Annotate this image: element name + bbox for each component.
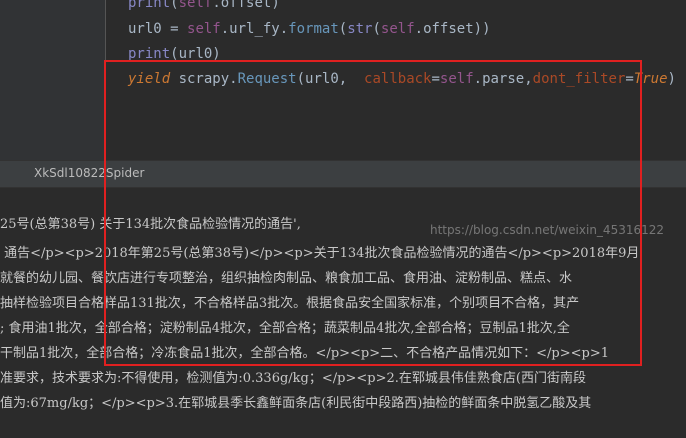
code-token: (url0,	[296, 71, 365, 87]
code-line-print-offset[interactable]: print(self.offset)	[128, 0, 280, 12]
watermark: https://blog.csdn.net/weixin_45316122	[430, 223, 665, 237]
run-tab-spider[interactable]: XkSdl10822Spider	[34, 166, 144, 180]
code-line-url-format[interactable]: url0 = self.url_fy.format(str(self.offse…	[128, 20, 491, 38]
code-token: scrapy.	[178, 71, 238, 87]
console-line: 值为:67mg/kg；</p><p>3.在郓城县季长鑫鲜面条店(利民街中段路西)…	[0, 396, 592, 411]
code-token: yield	[128, 71, 179, 87]
code-token: (	[372, 21, 381, 37]
console-line: 抽样检验项目合格样品131批次，不合格样品3批次。根据食品安全国家标准，个别项目…	[0, 296, 580, 311]
console-line: 就餐的幼儿园、餐饮店进行专项整治，组织抽检肉制品、粮食加工品、食用油、淀粉制品、…	[0, 271, 573, 286]
console-line: 通告</p><p>2018年第25号(总第38号)</p><p>关于134批次食…	[0, 246, 640, 261]
console-line: 25号(总第38号) 关于134批次食品检验情况的通告',	[0, 217, 301, 232]
code-token: self	[187, 21, 221, 37]
code-token: )	[667, 71, 676, 87]
code-token: .offset)	[212, 0, 280, 11]
code-line-yield-request[interactable]: yield scrapy.Request(url0, callback=self…	[128, 70, 676, 88]
code-token: (	[170, 0, 179, 11]
code-token: self	[178, 0, 213, 11]
code-token: url0 =	[128, 21, 188, 37]
line-gutter	[0, 0, 106, 160]
code-token: print	[128, 46, 171, 62]
console-line: ; 食用油1批次，全部合格；淀粉制品4批次，全部合格；蔬菜制品4批次,全部合格；…	[0, 321, 570, 336]
code-token: .parse,	[473, 71, 533, 87]
code-editor[interactable]: print(self.offset) url0 = self.url_fy.fo…	[0, 0, 686, 160]
code-token: print	[128, 0, 171, 11]
console-line: 准要求，技术要求为:不得使用，检测值为:0.336g/kg；</p><p>2.在…	[0, 371, 586, 386]
code-line-print-url[interactable]: print(url0)	[128, 45, 221, 63]
code-token: callback	[364, 71, 432, 87]
code-token: True	[633, 71, 668, 87]
code-token: self	[380, 21, 415, 37]
code-token: =	[431, 71, 440, 87]
code-token: self	[439, 71, 474, 87]
console-line: 干制品1批次，全部合格；冷冻食品1批次，全部合格。</p><p>二、不合格产品情…	[0, 346, 610, 361]
code-token: Request	[237, 71, 297, 87]
code-token: (	[338, 21, 348, 37]
code-token: str	[347, 21, 373, 37]
code-token: (url0)	[170, 46, 221, 62]
code-token: format	[288, 21, 339, 37]
run-tab-bar: XkSdl10822Spider	[0, 160, 686, 188]
code-token: =	[625, 71, 634, 87]
code-token: .offset))	[414, 21, 491, 37]
code-token: .url_fy.	[220, 21, 289, 37]
code-token: dont_filter	[532, 71, 626, 87]
gutter-divider	[105, 0, 106, 160]
